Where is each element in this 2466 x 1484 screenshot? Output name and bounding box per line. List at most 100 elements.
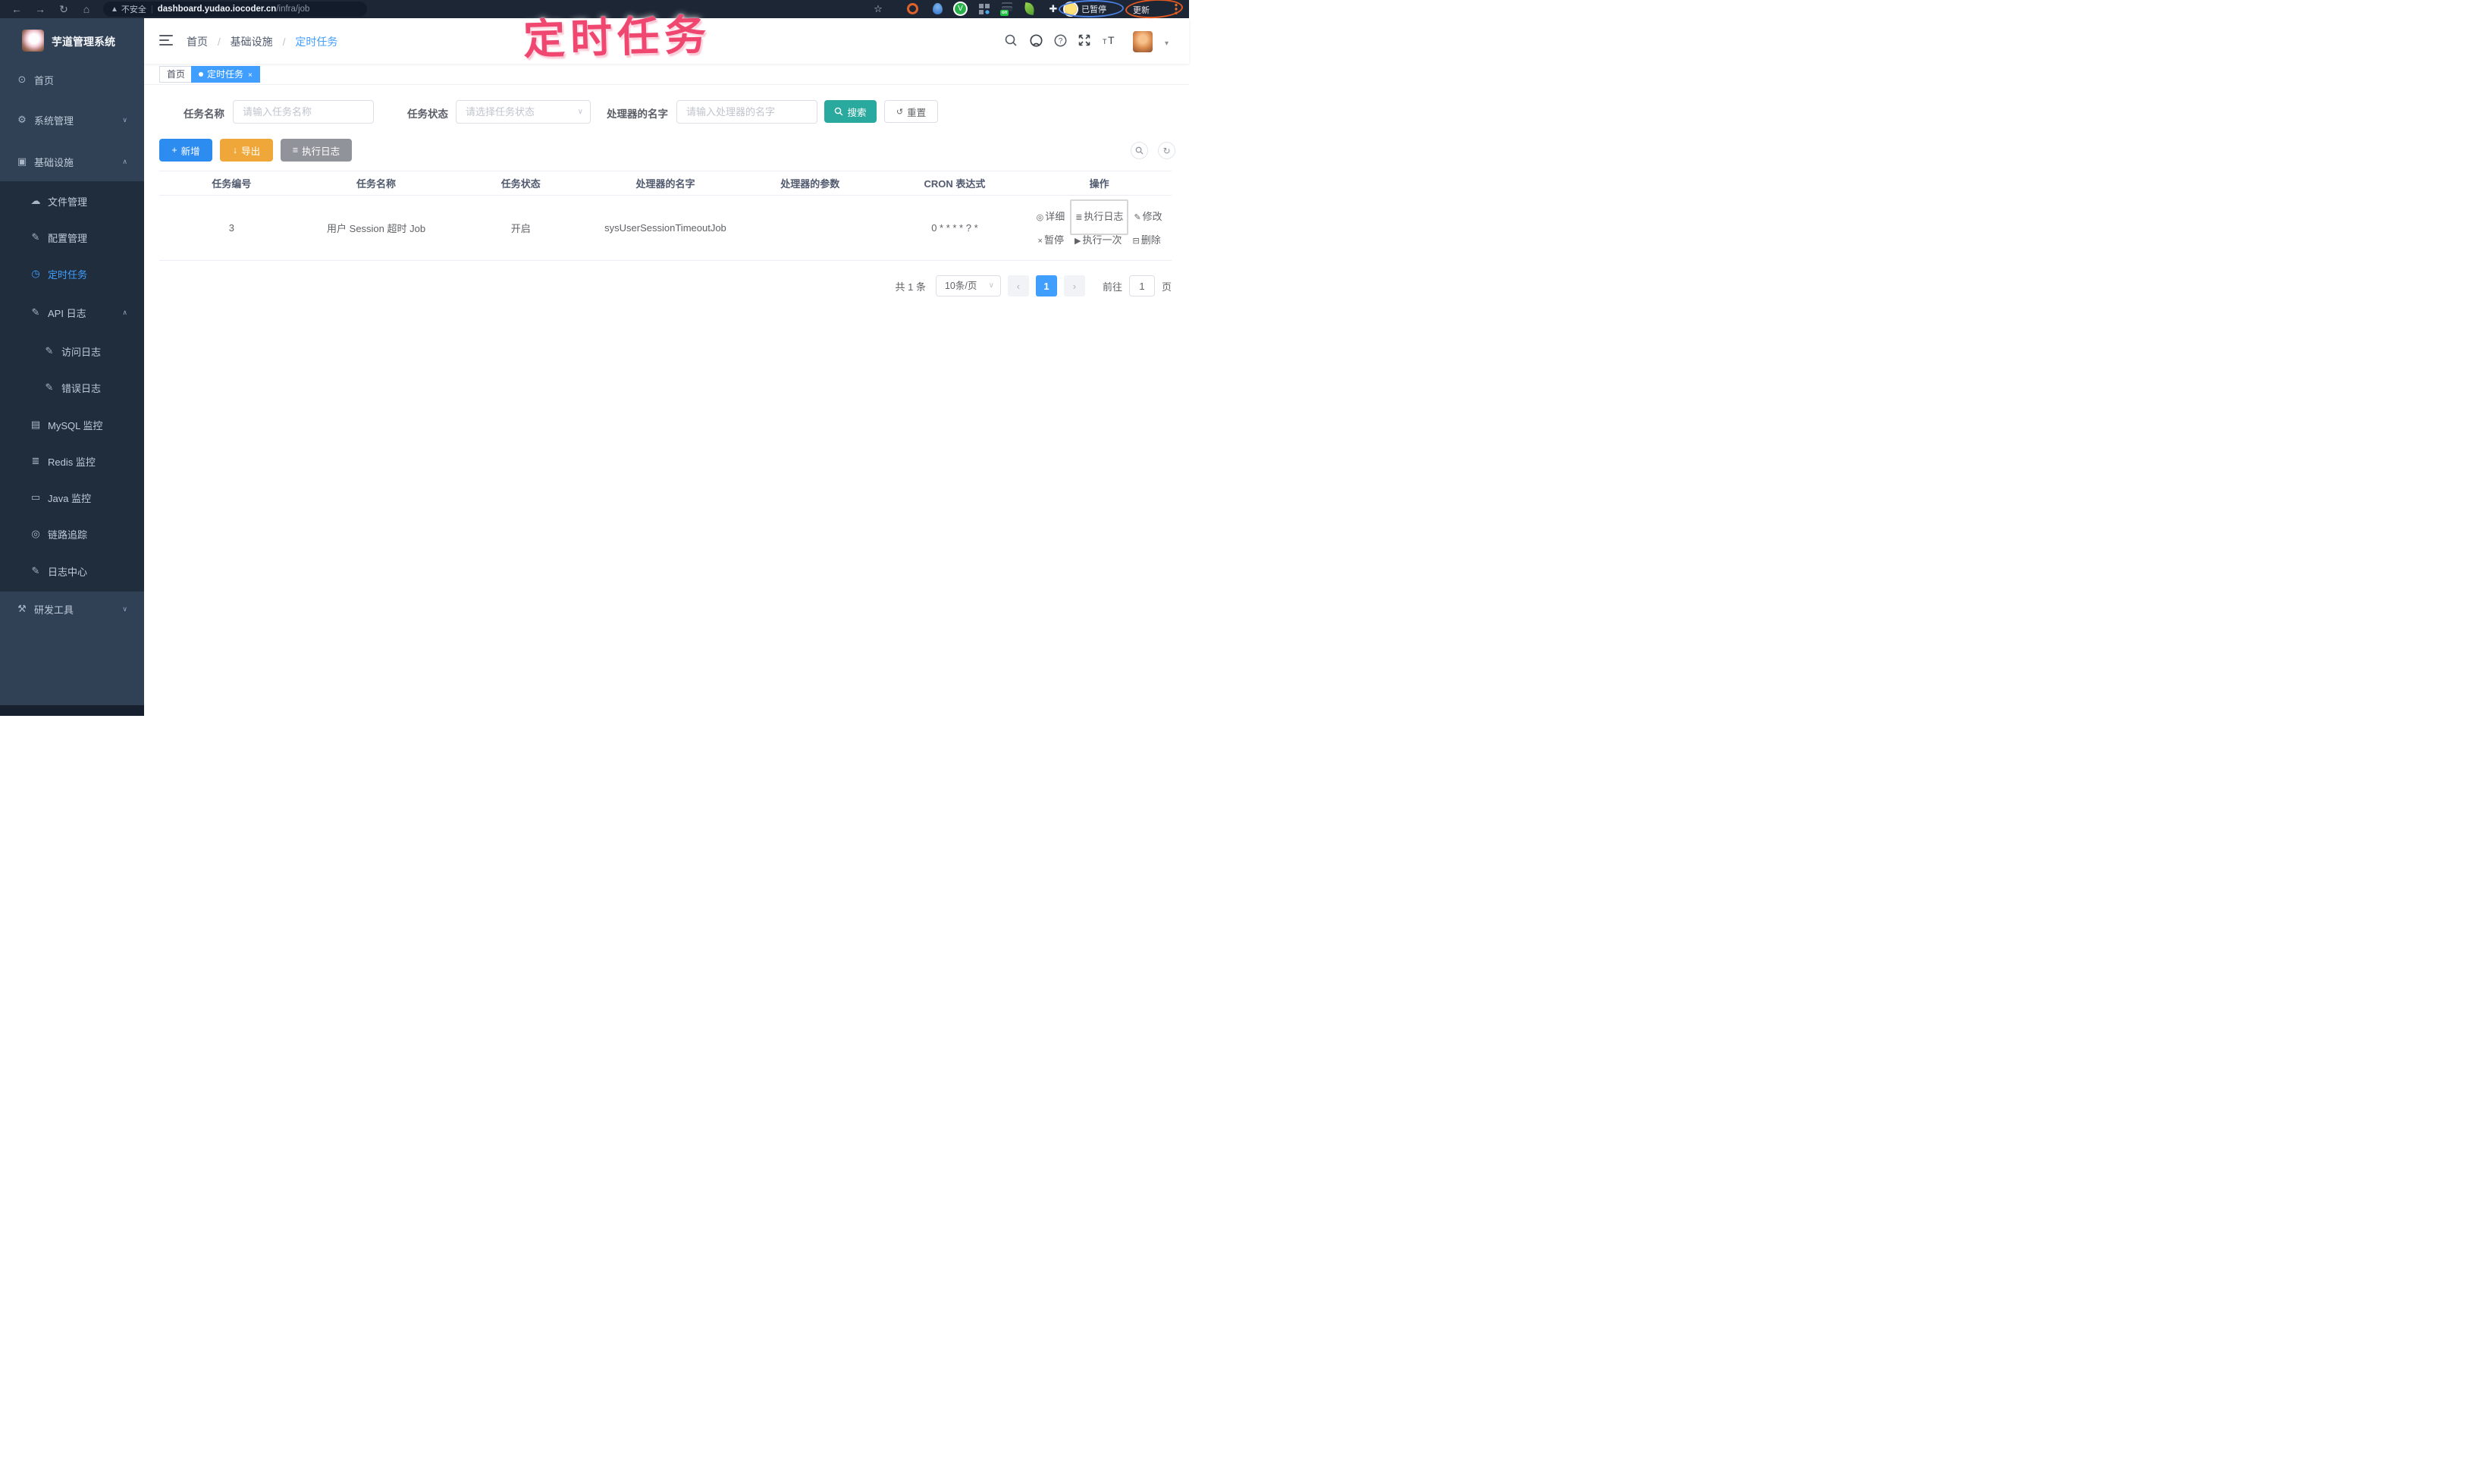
github-icon[interactable]	[1029, 33, 1046, 50]
refresh-icon[interactable]: ↻	[1158, 142, 1175, 159]
timer-icon: ◷	[31, 268, 40, 279]
chevron-down-icon: ∨	[577, 108, 583, 116]
pagination: 共 1 条 10条/页 ∨ ‹ 1 › 前往 页	[896, 275, 1172, 297]
sidebar-item-home[interactable]: ⊙ 首页	[0, 70, 144, 89]
app-logo-row[interactable]: 芋道管理系统	[0, 27, 144, 58]
action-edit[interactable]: ✎ 修改	[1134, 206, 1162, 228]
address-bar[interactable]: ▲ 不安全 | dashboard.yudao.iocoder.cn/infra…	[103, 2, 367, 17]
reset-button[interactable]: ↺ 重置	[884, 100, 938, 123]
sidebar-item-config-management[interactable]: ✎ 配置管理	[0, 227, 144, 247]
sidebar-item-scheduled-jobs[interactable]: ◷ 定时任务	[0, 264, 144, 284]
sidebar-item-infrastructure[interactable]: ▣ 基础设施 ∧	[0, 152, 144, 171]
sidebar-item-system-management[interactable]: ⚙ 系统管理 ∨	[0, 110, 144, 130]
close-icon[interactable]: ×	[248, 71, 253, 80]
export-button[interactable]: ↓ 导出	[220, 139, 273, 162]
grid-extension-icon[interactable]	[979, 4, 990, 14]
green-check-extension-icon[interactable]: V	[955, 3, 966, 14]
breadcrumb-home[interactable]: 首页	[187, 36, 208, 48]
table-row: 3 用户 Session 超时 Job 开启 sysUserSessionTim…	[159, 196, 1172, 261]
orange-ring-extension-icon[interactable]	[907, 3, 918, 14]
tab-home[interactable]: 首页	[159, 66, 193, 83]
toggle-search-icon[interactable]	[1131, 142, 1148, 159]
search-button[interactable]: 搜索	[824, 100, 877, 123]
cloud-icon: ☁	[30, 195, 41, 206]
sidebar-item-java-monitor[interactable]: ▭ Java 监控	[0, 488, 144, 507]
browser-back-icon[interactable]: ←	[9, 0, 24, 18]
browser-forward-icon[interactable]: →	[33, 0, 48, 18]
layers-icon: ≣	[31, 455, 40, 466]
browser-home-icon[interactable]: ⌂	[79, 0, 94, 18]
app-logo-avatar	[22, 30, 44, 52]
font-size-icon[interactable]: TT	[1102, 33, 1118, 50]
sidebar-item-access-logs[interactable]: ✎ 访问日志	[0, 341, 144, 361]
action-pause[interactable]: × 暂停	[1038, 230, 1064, 252]
sidebar-item-dev-tools[interactable]: ⚒ 研发工具 ∨	[0, 599, 144, 619]
job-status-label: 任务状态	[407, 108, 448, 120]
chevron-up-icon: ∧	[122, 308, 127, 316]
app-title: 芋道管理系统	[52, 36, 115, 48]
home-icon: ⊙	[17, 74, 27, 85]
close-icon: ×	[1037, 236, 1043, 246]
database-icon: ▤	[30, 419, 41, 430]
breadcrumb-infrastructure[interactable]: 基础设施	[231, 36, 273, 48]
page-size-select[interactable]: 10条/页 ∨	[935, 275, 1001, 296]
tab-scheduled-jobs[interactable]: 定时任务 ×	[191, 66, 260, 83]
blue-drop-extension-icon[interactable]	[933, 3, 943, 14]
job-status-select[interactable]: 请选择任务状态 ∨	[456, 100, 591, 124]
puzzle-extensions-icon[interactable]: ✚	[1047, 3, 1059, 15]
bookmark-star-icon[interactable]: ☆	[872, 3, 884, 15]
goto-page-input[interactable]	[1128, 275, 1155, 296]
user-menu-caret-icon[interactable]: ▾	[1165, 39, 1169, 48]
sidebar-item-file-management[interactable]: ☁ 文件管理	[0, 191, 144, 211]
handler-name-input[interactable]	[676, 100, 817, 124]
sidebar-item-api-logs[interactable]: ✎ API 日志 ∧	[0, 303, 144, 322]
action-exec-log[interactable]: ≣ 执行日志	[1075, 206, 1123, 228]
jobs-table: 任务编号 任务名称 任务状态 处理器的名字 处理器的参数 CRON 表达式 操作…	[159, 171, 1172, 261]
cell-job-name: 用户 Session 超时 Job	[327, 223, 426, 234]
chevron-down-icon: ∨	[988, 281, 994, 290]
edit-icon: ✎	[31, 565, 40, 576]
cell-actions: ◎ 详细 ≣ 执行日志 ✎ 修改 × 暂停 ▶ 执行一次 ⊟ 删除	[1027, 199, 1172, 252]
fullscreen-icon[interactable]	[1078, 33, 1094, 50]
download-icon: ↓	[232, 145, 238, 155]
edit-icon: ✎	[31, 231, 40, 243]
sidebar-item-redis-monitor[interactable]: ≣ Redis 监控	[0, 451, 144, 471]
cell-job-status: 开启	[510, 223, 531, 234]
list-extension-icon[interactable]: on	[1000, 2, 1012, 16]
eye-icon: ◎	[31, 528, 40, 539]
chevron-up-icon: ∧	[122, 157, 127, 165]
url-path: /infra/job	[276, 5, 310, 14]
breadcrumb: 首页 / 基础设施 / 定时任务	[187, 36, 338, 48]
action-delete[interactable]: ⊟ 删除	[1132, 230, 1160, 252]
current-page[interactable]: 1	[1035, 275, 1057, 296]
browser-reload-icon[interactable]: ↻	[56, 0, 71, 18]
user-avatar[interactable]	[1133, 31, 1153, 52]
breadcrumb-current: 定时任务	[295, 36, 338, 48]
infrastructure-icon: ▣	[17, 155, 27, 167]
sidebar-item-tracing[interactable]: ◎ 链路追踪	[0, 524, 144, 544]
cell-job-id: 3	[228, 222, 234, 234]
job-name-input[interactable]	[233, 100, 374, 124]
exec-log-button[interactable]: ≡ 执行日志	[281, 139, 352, 162]
svg-text:T: T	[1108, 34, 1115, 46]
handler-name-label: 处理器的名字	[607, 108, 668, 120]
next-page-button[interactable]: ›	[1063, 275, 1085, 296]
gear-icon: ⚙	[17, 114, 27, 125]
plus-icon: +	[171, 145, 177, 155]
sidebar-item-error-logs[interactable]: ✎ 错误日志	[0, 378, 144, 397]
search-icon[interactable]	[1004, 33, 1021, 50]
leaf-extension-icon[interactable]	[1023, 2, 1036, 16]
edit-icon: ✎	[45, 345, 54, 356]
trash-icon: ⊟	[1132, 236, 1140, 246]
url-domain: dashboard.yudao.iocoder.cn	[157, 5, 277, 14]
prev-page-button[interactable]: ‹	[1007, 275, 1029, 296]
help-icon[interactable]: ?	[1053, 33, 1070, 50]
sidebar: 芋道管理系统 ⊙ 首页 ⚙ 系统管理 ∨ ▣ 基础设施 ∧ ☁ 文件管理 ✎ 配…	[0, 18, 144, 716]
tags-view: 首页 定时任务 ×	[144, 64, 1189, 85]
action-detail[interactable]: ◎ 详细	[1037, 206, 1065, 228]
collapse-menu-icon[interactable]	[159, 35, 173, 46]
eye-icon: ◎	[1036, 212, 1044, 222]
sidebar-item-mysql-monitor[interactable]: ▤ MySQL 监控	[0, 415, 144, 435]
sidebar-item-log-center[interactable]: ✎ 日志中心	[0, 561, 144, 581]
add-button[interactable]: + 新增	[159, 139, 212, 162]
